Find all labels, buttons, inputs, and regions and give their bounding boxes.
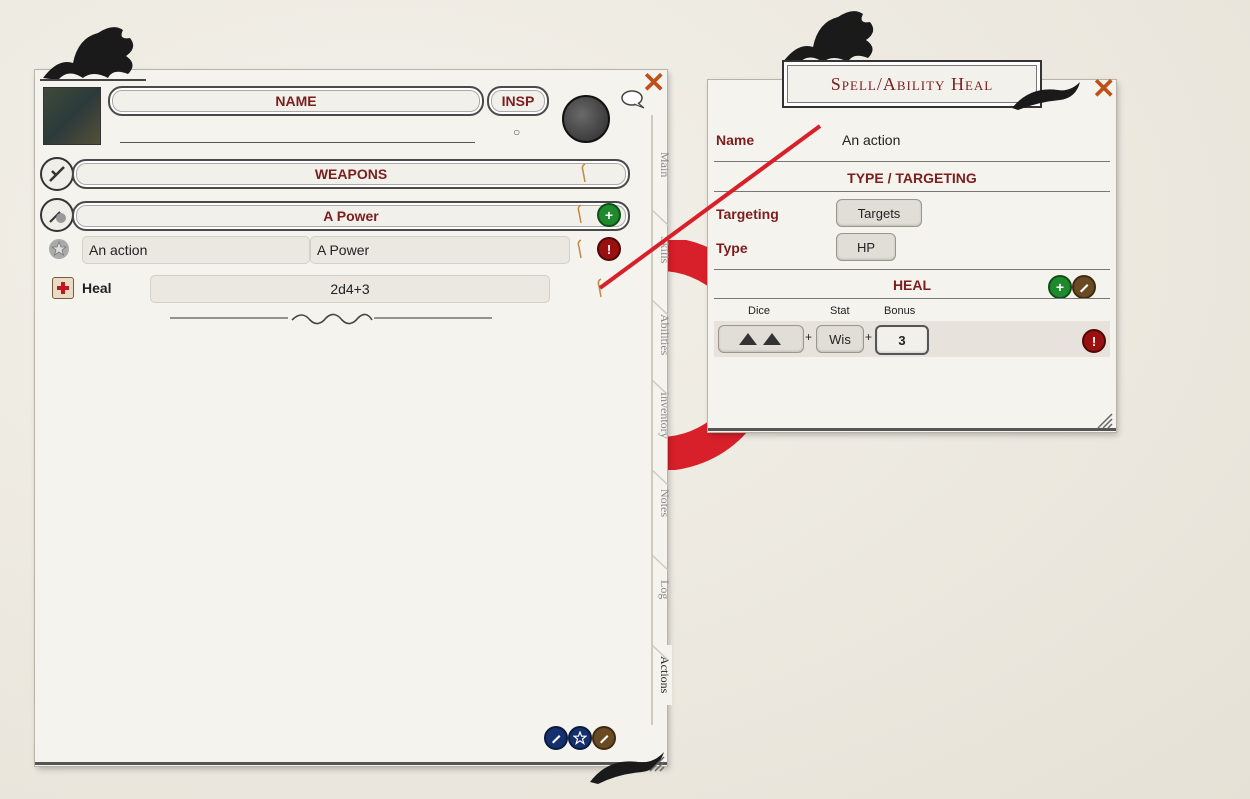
portrait-image[interactable] <box>43 87 101 145</box>
heal-label: Heal <box>82 280 112 296</box>
connector-line <box>598 124 822 290</box>
name-field[interactable]: NAME <box>108 86 484 116</box>
resize-handle-icon[interactable] <box>1096 412 1114 430</box>
dragon-ornament-icon <box>783 11 874 65</box>
inspiration-field[interactable]: INSP <box>487 86 549 116</box>
type-value: HP <box>856 239 876 255</box>
targeting-value: Targets <box>857 205 901 221</box>
dialog-name-value[interactable]: An action <box>842 132 900 148</box>
dialog-close-icon[interactable]: ✕ <box>1092 72 1115 105</box>
power-label: A Power <box>323 208 379 224</box>
flourish-divider <box>170 313 492 325</box>
action-name-field[interactable]: An action <box>82 236 310 264</box>
power-icon[interactable] <box>40 198 74 232</box>
add-heal-button[interactable]: + <box>1048 275 1072 299</box>
edit-button[interactable] <box>592 726 616 750</box>
resize-handle-icon[interactable] <box>648 755 666 773</box>
bonus-input[interactable]: 3 <box>875 325 929 355</box>
heal-roll-text: 2d4+3 <box>330 281 370 297</box>
plus-sign: + <box>805 330 813 344</box>
sheet-bottom-border <box>35 762 667 765</box>
weapons-header[interactable]: WEAPONS <box>72 159 630 189</box>
weapons-label: WEAPONS <box>314 166 388 182</box>
insp-label: INSP <box>501 93 535 109</box>
weapons-icon[interactable] <box>40 157 74 191</box>
dice-header: Dice <box>748 305 771 317</box>
heal-roll-field[interactable]: 2d4+3 <box>150 275 550 303</box>
dialog-title: Spell/Ability Heal <box>830 73 994 94</box>
name-label: NAME <box>275 93 317 109</box>
star-icon[interactable] <box>48 238 70 260</box>
dice-icon <box>739 333 781 345</box>
dialog-bottom-border <box>708 428 1116 431</box>
bonus-value: 3 <box>898 332 906 348</box>
stat-value: Wis <box>829 331 851 347</box>
action-power-text: A Power <box>317 242 370 258</box>
edit-pen-button[interactable] <box>544 726 568 750</box>
action-power-field[interactable]: A Power <box>310 236 570 264</box>
insp-value: ○ <box>513 125 521 139</box>
pin-icon[interactable] <box>574 203 588 225</box>
dragon-ornament-icon <box>40 27 146 81</box>
pin-icon[interactable] <box>574 238 588 260</box>
favorite-star-button[interactable] <box>568 726 592 750</box>
targeting-select[interactable]: Targets <box>836 199 922 227</box>
plus-sign: + <box>865 330 873 344</box>
heal-icon[interactable] <box>52 277 74 299</box>
dice-button[interactable] <box>718 325 804 353</box>
edit-heal-button[interactable] <box>1072 275 1096 299</box>
dialog-title-banner[interactable]: Spell/Ability Heal <box>782 60 1042 108</box>
remove-heal-button[interactable]: ! <box>1082 329 1106 353</box>
stat-select[interactable]: Wis <box>816 325 864 353</box>
divider <box>714 298 1110 299</box>
dragon-tail-icon <box>1012 82 1080 110</box>
power-header[interactable]: A Power <box>72 201 630 231</box>
subtitle-underline <box>120 142 475 143</box>
sheet-close-icon[interactable]: ✕ <box>642 66 665 99</box>
bonus-header: Bonus <box>884 305 916 317</box>
type-select[interactable]: HP <box>836 233 896 261</box>
stat-header: Stat <box>830 305 850 317</box>
action-name-text: An action <box>89 242 148 258</box>
